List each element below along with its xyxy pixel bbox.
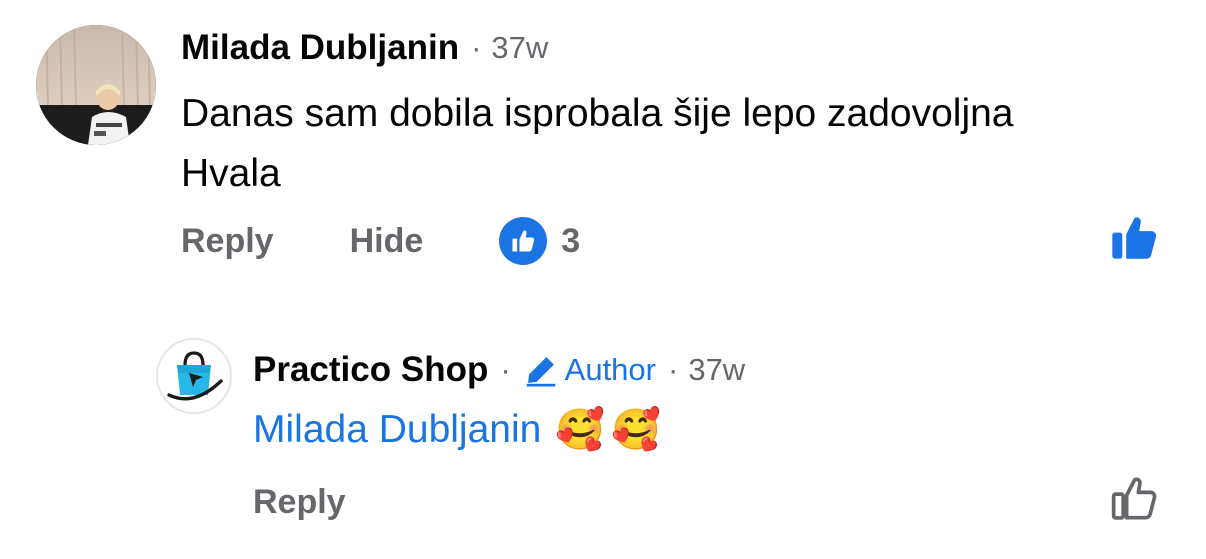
reply-author-name[interactable]: Practico Shop — [253, 350, 488, 390]
like-button[interactable] — [1108, 212, 1160, 264]
reply-header: Practico Shop · Author · 37w — [253, 348, 745, 392]
thumbs-up-filled-icon — [1112, 217, 1157, 259]
avatar-photo — [36, 25, 156, 145]
pencil-icon — [526, 357, 555, 387]
like-button[interactable] — [1108, 472, 1160, 524]
author-badge-label: Author — [564, 352, 656, 387]
comment-header: Milada Dubljanin · 37w — [181, 26, 548, 70]
reply-body: Milada Dubljanin 🥰 🥰 — [253, 400, 661, 460]
shopping-bag-icon — [167, 351, 223, 401]
reply-button[interactable]: Reply — [253, 483, 346, 522]
mention-link[interactable]: Milada Dubljanin — [253, 408, 541, 452]
comment-text-line: Hvala — [181, 152, 281, 195]
comment-actions: Reply Hide 3 — [181, 216, 580, 266]
comment-text-line: Danas sam dobila isprobala šije lepo zad… — [181, 92, 1014, 135]
author-badge: Author — [523, 352, 656, 388]
like-reaction-icon — [499, 217, 548, 265]
comment-timestamp[interactable]: 37w — [491, 30, 548, 66]
meta-separator: · — [668, 352, 679, 387]
smiling-face-with-hearts-emoji: 🥰 — [611, 408, 661, 452]
comment-body: Danas sam dobila isprobala šije lepo zad… — [181, 84, 1181, 204]
hide-button[interactable]: Hide — [350, 222, 424, 261]
reply-actions: Reply — [253, 477, 346, 527]
smiling-face-with-hearts-emoji: 🥰 — [555, 408, 606, 452]
commenter-name[interactable]: Milada Dubljanin — [181, 28, 459, 68]
thumbs-up-outline-icon — [1111, 477, 1157, 520]
avatar-practico-shop[interactable] — [156, 338, 232, 414]
reaction-count: 3 — [561, 221, 581, 260]
meta-separator: · — [471, 30, 482, 65]
reply-button[interactable]: Reply — [181, 222, 274, 261]
avatar-commenter[interactable] — [36, 25, 156, 145]
meta-separator: · — [500, 352, 511, 387]
reply-timestamp[interactable]: 37w — [688, 352, 745, 388]
reaction-summary[interactable]: 3 — [499, 217, 580, 265]
